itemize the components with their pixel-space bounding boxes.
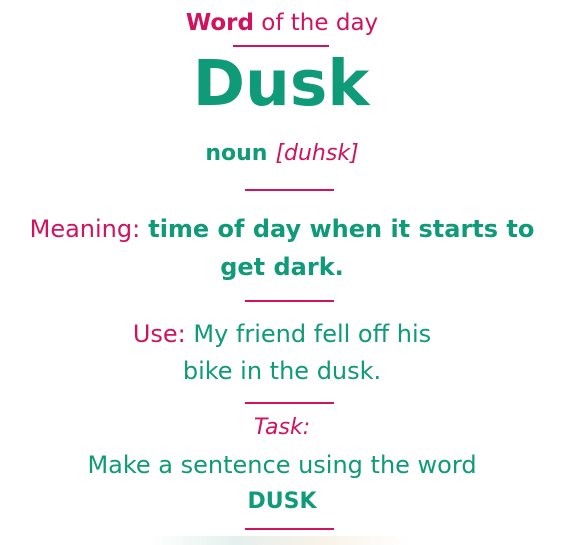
use-line-1: Use: My friend fell off his bbox=[0, 319, 564, 349]
meaning-line-2: get dark. bbox=[220, 253, 344, 281]
cropped-footer-remnant bbox=[150, 536, 410, 545]
divider-2 bbox=[245, 300, 334, 302]
meaning-label: Meaning: bbox=[29, 215, 141, 243]
task-label: Task: bbox=[253, 415, 311, 440]
divider-1 bbox=[245, 189, 334, 191]
phonetic-spelling: [duhsk] bbox=[275, 141, 359, 166]
use-line-2: bike in the dusk. bbox=[182, 357, 382, 385]
meaning-text-1: time of day when it starts to bbox=[148, 215, 535, 243]
divider-3 bbox=[245, 402, 334, 404]
use-text-1: My friend fell off his bbox=[185, 320, 432, 348]
header-word-label: Word bbox=[185, 10, 254, 36]
word-of-the-day-card: Word of the day Dusk noun [duhsk] Meaning… bbox=[0, 0, 564, 545]
divider-4 bbox=[245, 528, 334, 530]
header-title: Word of the day bbox=[0, 9, 564, 37]
word-pronunciation: noun [duhsk] bbox=[0, 139, 564, 169]
meaning-line-1: Meaning: time of day when it starts to bbox=[0, 214, 564, 244]
task-line-1: Make a sentence using the word bbox=[87, 451, 477, 479]
header-rest-label: of the day bbox=[254, 10, 379, 36]
task-line-2: DUSK bbox=[247, 489, 317, 514]
part-of-speech: noun bbox=[205, 141, 268, 166]
use-label: Use: bbox=[132, 320, 186, 348]
featured-word: Dusk bbox=[192, 47, 370, 120]
